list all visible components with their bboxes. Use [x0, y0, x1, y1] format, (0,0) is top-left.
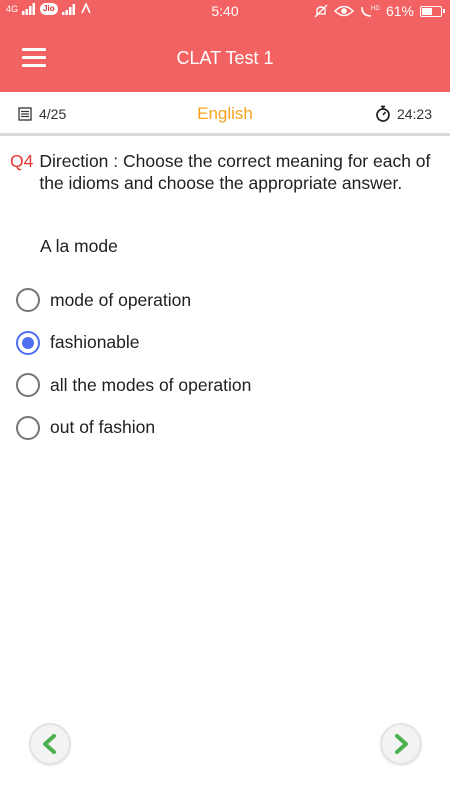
- question-phrase: A la mode: [40, 236, 118, 256]
- option-item[interactable]: fashionable: [16, 322, 436, 365]
- stopwatch-icon: [376, 105, 390, 122]
- chevron-left-icon: [43, 734, 56, 754]
- battery-icon: [420, 5, 445, 17]
- hd-call-icon: HD: [361, 6, 380, 17]
- option-label: out of fashion: [50, 417, 156, 438]
- timer: 24:23: [375, 105, 432, 122]
- option-item[interactable]: all the modes of operation: [16, 364, 436, 407]
- battery-fill: [422, 7, 433, 15]
- status-bar: 4G Jio 5:40 HD 61%: [0, 0, 450, 24]
- app-bar: CLAT Test 1: [0, 24, 450, 92]
- eye-icon: [333, 5, 354, 17]
- question-number: Q4: [10, 151, 34, 171]
- option-label: all the modes of operation: [50, 374, 252, 395]
- page-title: CLAT Test 1: [176, 48, 274, 68]
- mute-icon: [314, 4, 328, 18]
- radio-button[interactable]: [16, 415, 40, 440]
- question-info-bar: 4/25 English 24:23: [0, 92, 450, 136]
- question: Q4 Direction : Choose the correct meanin…: [10, 150, 440, 194]
- radio-button[interactable]: [16, 288, 40, 313]
- answer-options: mode of operation fashionable all the mo…: [16, 279, 436, 449]
- timer-label: 24:23: [396, 105, 432, 122]
- question-text: Direction : Choose the correct meaning f…: [39, 151, 431, 193]
- status-right: HD 61%: [314, 3, 445, 19]
- option-label: fashionable: [50, 332, 140, 353]
- previous-question-button[interactable]: [29, 723, 71, 765]
- option-item[interactable]: mode of operation: [16, 279, 436, 322]
- svg-text:HD: HD: [371, 6, 380, 12]
- chevron-right-icon: [395, 734, 408, 754]
- next-question-button[interactable]: [380, 723, 422, 765]
- option-label: mode of operation: [50, 289, 192, 310]
- option-item[interactable]: out of fashion: [16, 407, 436, 450]
- radio-button[interactable]: [16, 330, 40, 355]
- battery-percent: 61%: [385, 3, 414, 19]
- radio-button[interactable]: [16, 373, 40, 398]
